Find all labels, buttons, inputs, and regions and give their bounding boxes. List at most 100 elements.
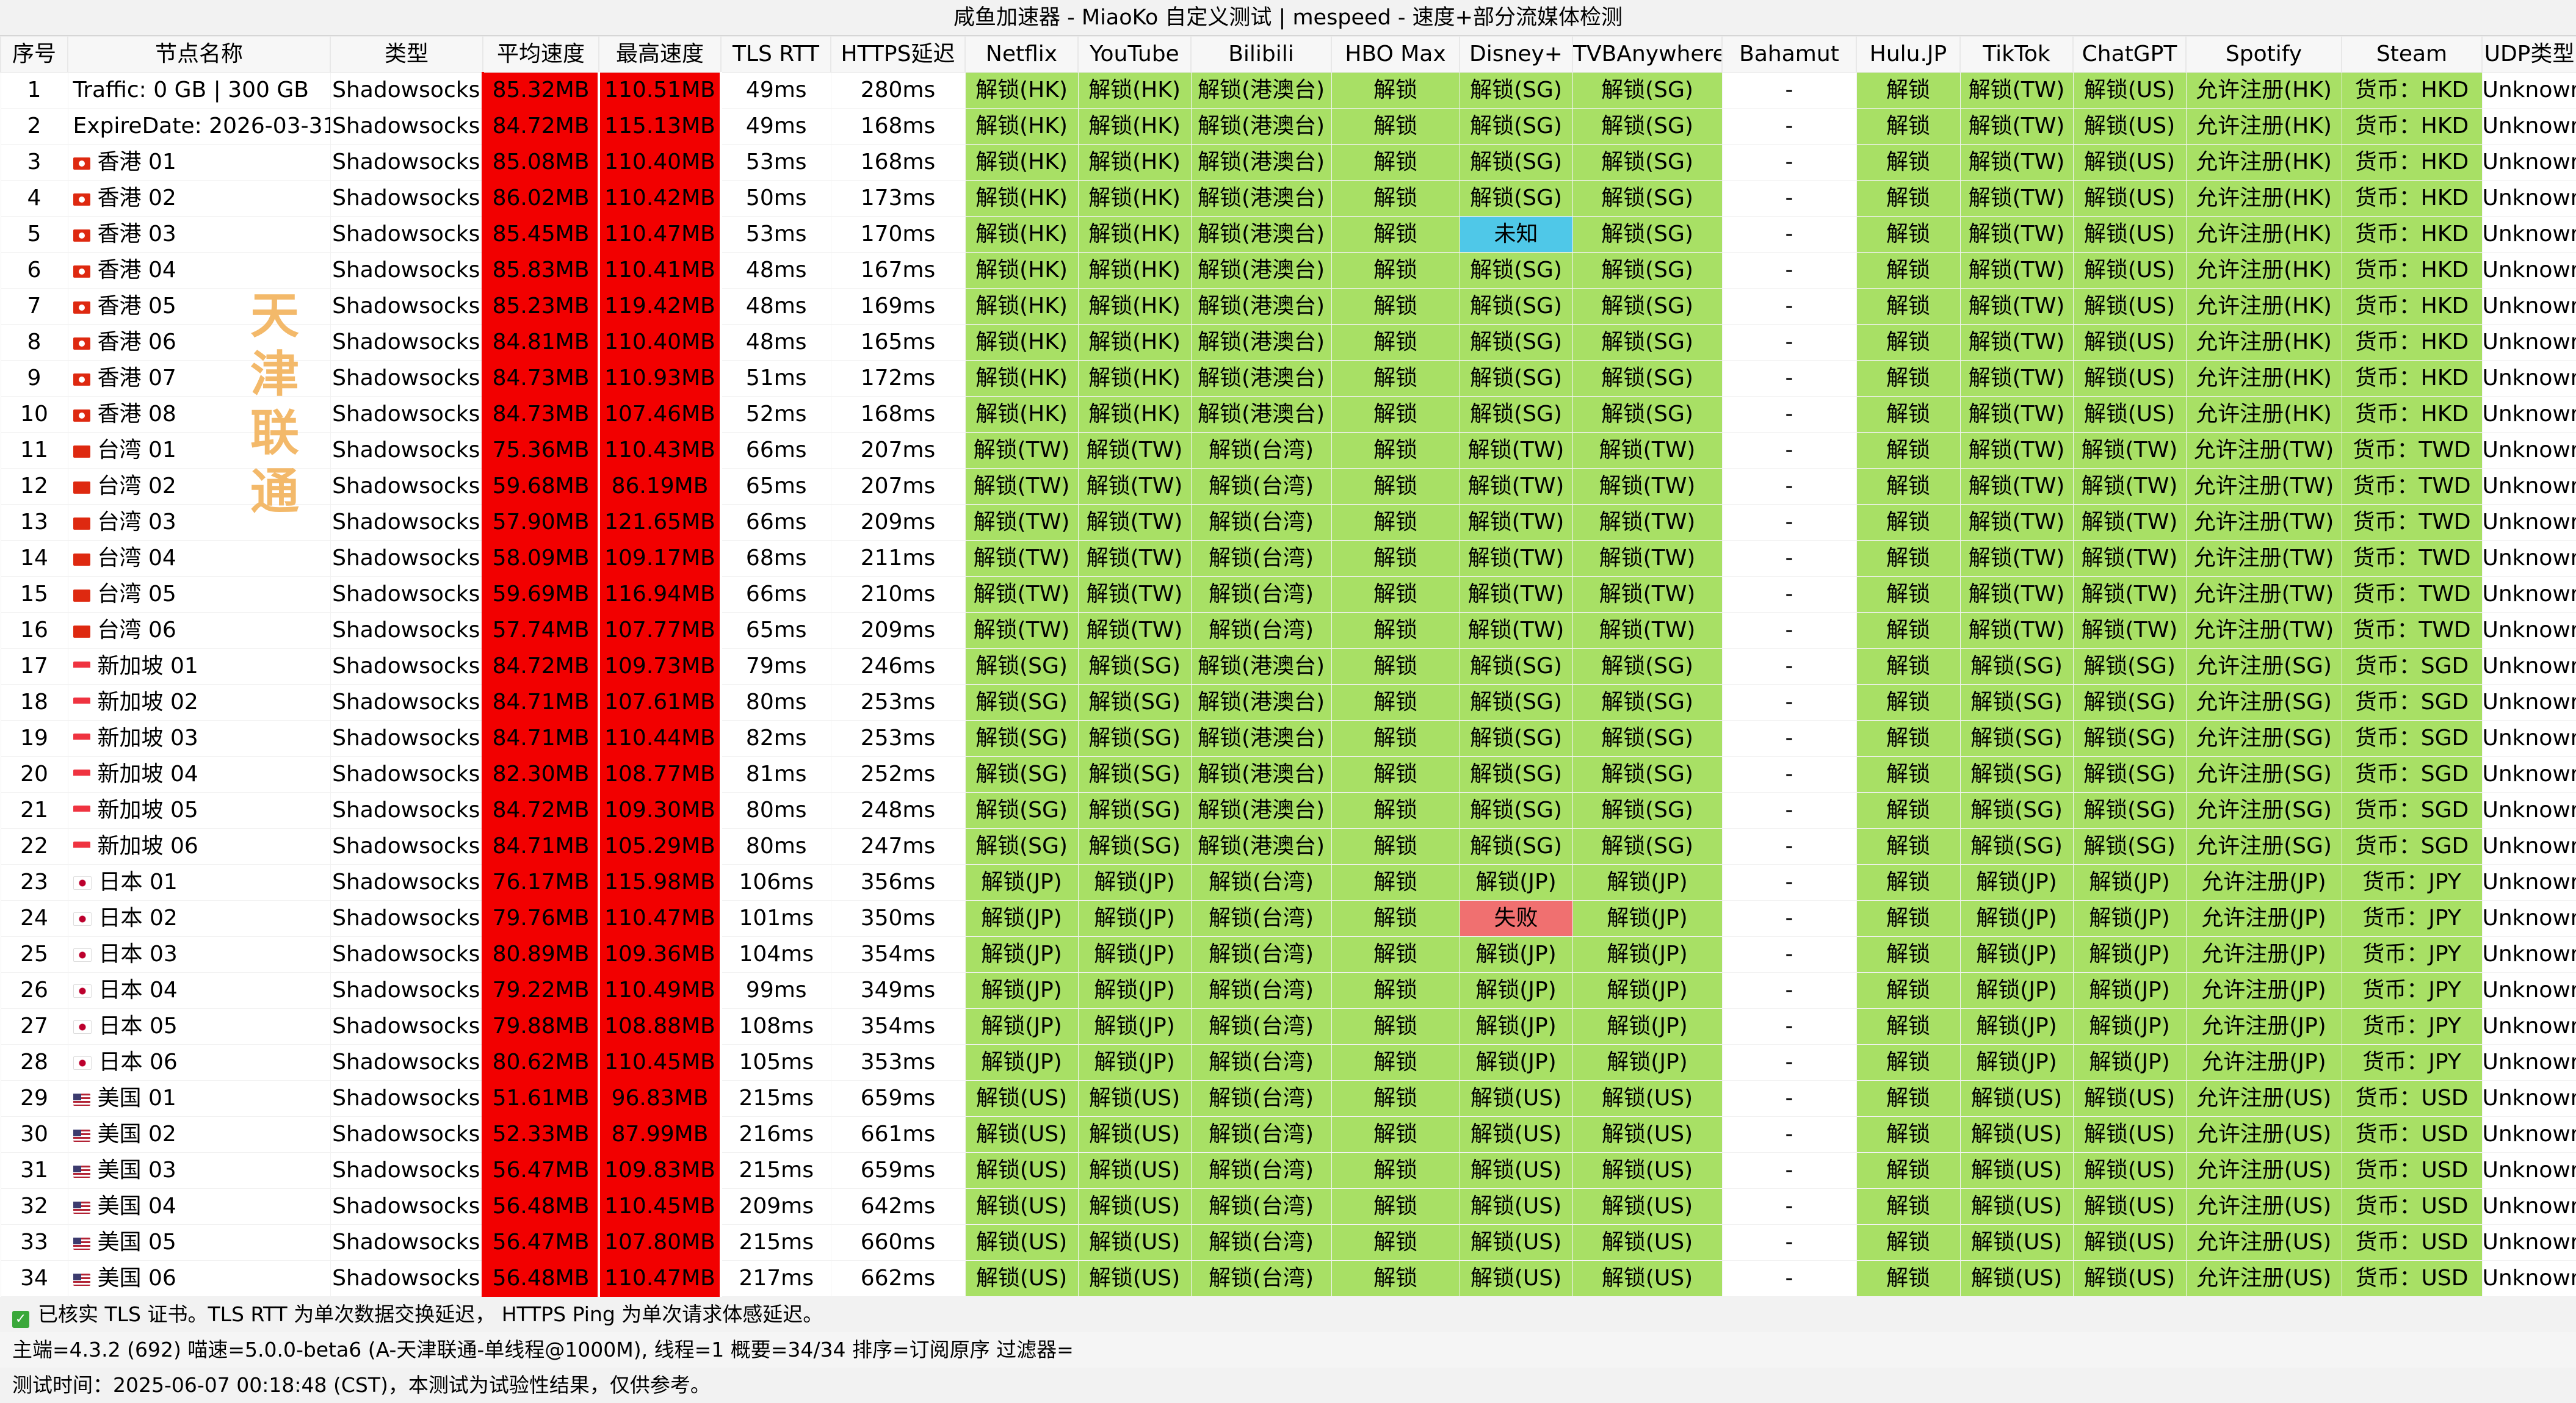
hbo-result: 解锁 [1331,900,1460,937]
tls-rtt: 65ms [720,612,831,649]
node-name-label: 日本 02 [98,906,178,931]
column-header[interactable]: Bahamut [1721,36,1857,73]
table-row[interactable]: 26 日本 04 Shadowsocks 79.22MB 110.49MB 99ms 349… [0,972,2576,1009]
table-row[interactable]: 28 日本 06 Shadowsocks 80.62MB 110.45MB 105ms 35… [0,1044,2576,1081]
table-row[interactable]: 15 台湾 05 Shadowsocks 59.69MB 116.94MB 66ms 210… [0,576,2576,613]
table-row[interactable]: 25 日本 03 Shadowsocks 80.89MB 109.36MB 104ms 35… [0,936,2576,973]
table-row[interactable]: 29 美国 01 Shadowsocks 51.61MB 96.83MB 215ms 659… [0,1080,2576,1117]
hbo-result: 解锁 [1331,324,1460,361]
steam-result: 货币：USD [2341,1116,2483,1153]
table-row[interactable]: 2 ExpireDate: 2026-03-31 Shadowsocks 84.72M… [0,108,2576,145]
table-row[interactable]: 5 香港 03 Shadowsocks 85.45MB 110.47MB 53ms 170m… [0,216,2576,253]
table-row[interactable]: 34 美国 06 Shadowsocks 56.48MB 110.47MB 217ms 66… [0,1260,2576,1297]
node-type: Shadowsocks [330,792,483,829]
table-row[interactable]: 1 Traffic: 0 GB | 300 GB Shadowsocks 85.32M… [0,72,2576,109]
column-header[interactable]: Disney+ [1459,36,1573,73]
table-row[interactable]: 16 台湾 06 Shadowsocks 57.74MB 107.77MB 65ms 209… [0,612,2576,649]
node-type: Shadowsocks [330,1152,483,1189]
tiktok-result: 解锁(US) [1959,1152,2074,1189]
column-header[interactable]: HTTPS延迟 [830,36,966,73]
column-header[interactable]: TLS RTT [720,36,831,73]
https-latency: 350ms [830,900,966,937]
table-row[interactable]: 11 台湾 01 Shadowsocks 75.36MB 110.43MB 66ms 207… [0,432,2576,469]
bilibili-result: 解锁(港澳台) [1190,720,1332,757]
steam-result: 货币：SGD [2341,792,2483,829]
table-row[interactable]: 13 台湾 03 Shadowsocks 57.90MB 121.65MB 66ms 209… [0,504,2576,541]
table-row[interactable]: 33 美国 05 Shadowsocks 56.47MB 107.80MB 215ms 66… [0,1224,2576,1261]
bahamut-result: - [1721,252,1857,289]
column-header[interactable]: UDP类型 [2481,36,2576,73]
max-speed: 121.65MB [598,504,722,541]
table-row[interactable]: 30 美国 02 Shadowsocks 52.33MB 87.99MB 216ms 661… [0,1116,2576,1153]
youtube-result: 解锁(HK) [1077,288,1192,325]
row-index: 27 [0,1008,68,1045]
column-header[interactable]: 节点名称 [67,36,331,73]
column-header[interactable]: Hulu.JP [1856,36,1961,73]
node-type: Shadowsocks [330,612,483,649]
steam-result: 货币：USD [2341,1152,2483,1189]
table-row[interactable]: 10 香港 08 Shadowsocks 84.73MB 107.46MB 52ms 168… [0,396,2576,433]
disney-result: 解锁(US) [1459,1152,1573,1189]
udp-type: Unknown [2481,396,2576,433]
hbo-result: 解锁 [1331,864,1460,901]
https-latency: 253ms [830,720,966,757]
spotify-result: 允许注册(US) [2185,1188,2342,1225]
column-header[interactable]: 最高速度 [598,36,722,73]
row-index: 10 [0,396,68,433]
table-row[interactable]: 18 新加坡 02 Shadowsocks 84.71MB 107.61MB 80ms 25… [0,684,2576,721]
table-row[interactable]: 19 新加坡 03 Shadowsocks 84.71MB 110.44MB 82ms 25… [0,720,2576,757]
table-row[interactable]: 12 台湾 02 Shadowsocks 59.68MB 86.19MB 65ms 207m… [0,468,2576,505]
table-row[interactable]: 8 香港 06 Shadowsocks 84.81MB 110.40MB 48ms 165m… [0,324,2576,361]
youtube-result: 解锁(HK) [1077,144,1192,181]
table-row[interactable]: 27 日本 05 Shadowsocks 79.88MB 108.88MB 108ms 35… [0,1008,2576,1045]
column-header[interactable]: TVBAnywhere [1572,36,1723,73]
table-row[interactable]: 7 香港 05 Shadowsocks 85.23MB 119.42MB 48ms 169m… [0,288,2576,325]
table-row[interactable]: 17 新加坡 01 Shadowsocks 84.72MB 109.73MB 79ms 24… [0,648,2576,685]
chatgpt-result: 解锁(US) [2072,1260,2187,1297]
table-row[interactable]: 6 香港 04 Shadowsocks 85.83MB 110.41MB 48ms 167m… [0,252,2576,289]
node-name-label: 香港 02 [97,186,176,211]
table-row[interactable]: 23 日本 01 Shadowsocks 76.17MB 115.98MB 106ms 35… [0,864,2576,901]
column-header[interactable]: 类型 [330,36,483,73]
hulu-result: 解锁 [1856,1188,1961,1225]
udp-type: Unknown [2481,72,2576,109]
tiktok-result: 解锁(TW) [1959,396,2074,433]
column-header[interactable]: Netflix [964,36,1079,73]
steam-result: 货币：SGD [2341,720,2483,757]
table-row[interactable]: 4 香港 02 Shadowsocks 86.02MB 110.42MB 50ms 173m… [0,180,2576,217]
column-header[interactable]: 序号 [0,36,68,73]
footer-note-tls: ✓ 已核实 TLS 证书。TLS RTT 为单次数据交换延迟， HTTPS Pin… [0,1297,2576,1332]
tiktok-result: 解锁(SG) [1959,756,2074,793]
column-header[interactable]: YouTube [1077,36,1192,73]
column-header[interactable]: TikTok [1959,36,2074,73]
tiktok-result: 解锁(SG) [1959,648,2074,685]
column-header[interactable]: Steam [2341,36,2483,73]
table-row[interactable]: 14 台湾 04 Shadowsocks 58.09MB 109.17MB 68ms 211… [0,540,2576,577]
tls-rtt: 80ms [720,684,831,721]
chatgpt-result: 解锁(SG) [2072,792,2187,829]
tls-rtt: 51ms [720,360,831,397]
column-header[interactable]: 平均速度 [482,36,599,73]
node-type: Shadowsocks [330,504,483,541]
avg-speed: 56.47MB [482,1224,600,1261]
column-header[interactable]: HBO Max [1331,36,1460,73]
flag-icon [73,1166,90,1178]
column-header[interactable]: Bilibili [1190,36,1332,73]
table-row[interactable]: 32 美国 04 Shadowsocks 56.48MB 110.45MB 209ms 64… [0,1188,2576,1225]
tiktok-result: 解锁(US) [1959,1080,2074,1117]
table-row[interactable]: 31 美国 03 Shadowsocks 56.47MB 109.83MB 215ms 65… [0,1152,2576,1189]
column-header[interactable]: Spotify [2185,36,2342,73]
tiktok-result: 解锁(TW) [1959,612,2074,649]
column-header[interactable]: ChatGPT [2072,36,2187,73]
flag-icon [73,481,90,494]
table-row[interactable]: 24 日本 02 Shadowsocks 79.76MB 110.47MB 101ms 35… [0,900,2576,937]
avg-speed: 85.45MB [482,216,600,253]
table-row[interactable]: 3 香港 01 Shadowsocks 85.08MB 110.40MB 53ms 168m… [0,144,2576,181]
udp-type: Unknown [2481,1188,2576,1225]
table-row[interactable]: 21 新加坡 05 Shadowsocks 84.72MB 109.30MB 80ms 24… [0,792,2576,829]
table-row[interactable]: 22 新加坡 06 Shadowsocks 84.71MB 105.29MB 80ms 24… [0,828,2576,865]
row-index: 33 [0,1224,68,1261]
table-row[interactable]: 9 香港 07 Shadowsocks 84.73MB 110.93MB 51ms 172m… [0,360,2576,397]
table-row[interactable]: 20 新加坡 04 Shadowsocks 82.30MB 108.77MB 81ms 25… [0,756,2576,793]
node-type: Shadowsocks [330,72,483,109]
